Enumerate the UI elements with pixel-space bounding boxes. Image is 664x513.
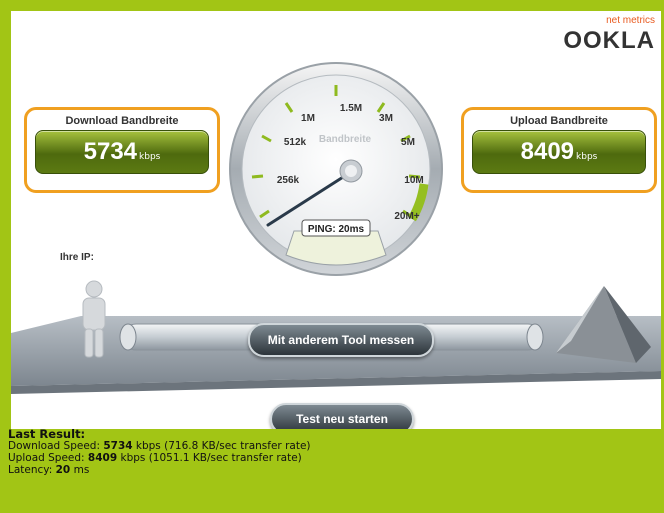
tick-256k: 256k	[277, 175, 300, 186]
last-result-panel: Last Result: Download Speed: 5734 kbps (…	[8, 428, 658, 476]
ping-readout: PING: 20ms	[308, 224, 365, 235]
restart-test-button[interactable]: Test neu starten	[270, 403, 414, 429]
tick-3m: 3M	[379, 113, 393, 124]
speedtest-frame: net metrics OOKLA Download Bandbreite 57…	[0, 0, 664, 513]
last-result-title: Last Result:	[8, 427, 86, 441]
tick-20m: 20M+	[394, 211, 419, 222]
latency-line: Latency: 20 ms	[8, 464, 658, 476]
download-speed-value: 5734	[103, 440, 133, 452]
download-speed-line: Download Speed: 5734 kbps (716.8 KB/sec …	[8, 440, 658, 452]
gauge-label: Bandbreite	[319, 134, 372, 145]
tick-1m: 1M	[301, 113, 315, 124]
tick-10m: 10M	[404, 175, 423, 186]
latency-suffix: ms	[70, 464, 90, 476]
download-speed-suffix: kbps (716.8 KB/sec transfer rate)	[132, 440, 311, 452]
upload-speed-line: Upload Speed: 8409 kbps (1051.1 KB/sec t…	[8, 452, 658, 464]
other-tool-button[interactable]: Mit anderem Tool messen	[248, 323, 434, 357]
speedtest-stage: net metrics OOKLA Download Bandbreite 57…	[11, 11, 661, 429]
upload-speed-value: 8409	[87, 452, 118, 464]
latency-label: Latency:	[8, 464, 56, 476]
tick-1-5m: 1.5M	[340, 103, 362, 114]
latency-value: 20	[55, 464, 71, 476]
tick-512k: 512k	[284, 137, 307, 148]
ip-label: Ihre IP:	[60, 252, 94, 263]
upload-speed-suffix: kbps (1051.1 KB/sec transfer rate)	[117, 452, 302, 464]
tick-5m: 5M	[401, 137, 415, 148]
download-speed-label: Download Speed:	[8, 440, 104, 452]
speed-gauge: 256k 512k 1M 1.5M 3M 5M 10M 20M+ Bandbre…	[229, 62, 443, 276]
upload-speed-label: Upload Speed:	[8, 452, 88, 464]
